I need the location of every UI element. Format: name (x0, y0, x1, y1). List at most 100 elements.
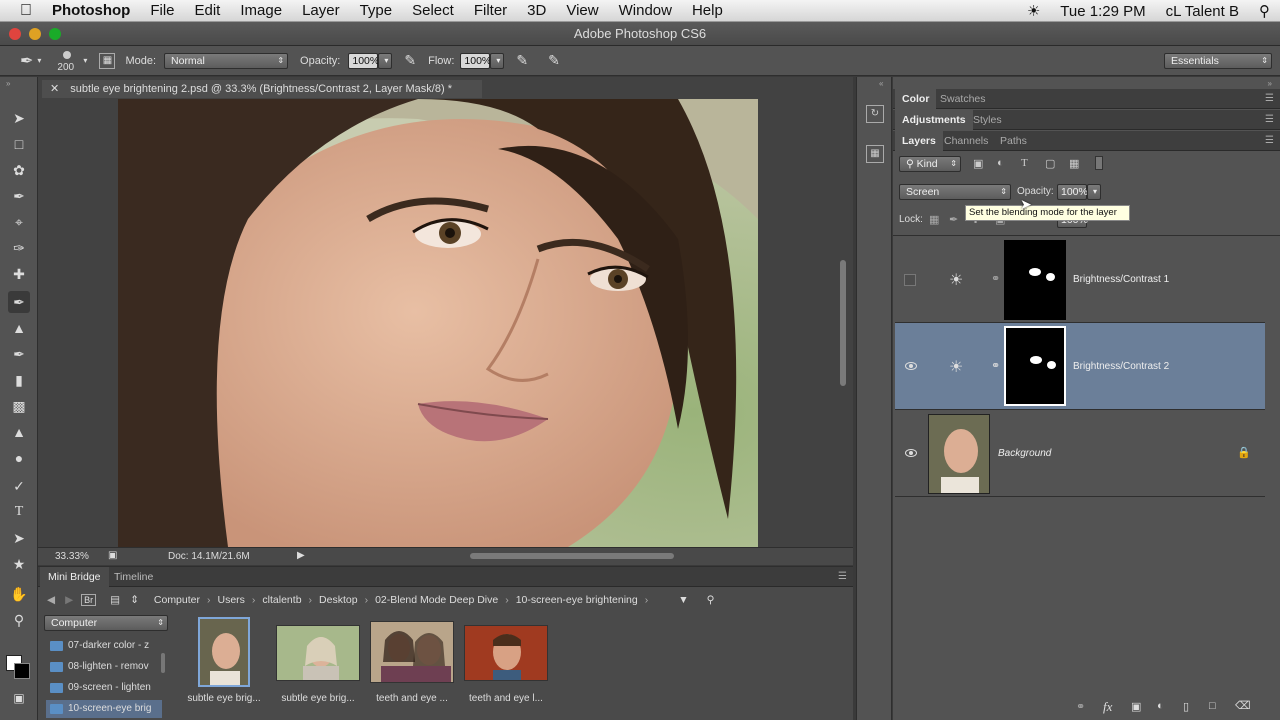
menu-user[interactable]: cL Talent B (1156, 3, 1249, 20)
document-vertical-scrollbar[interactable] (840, 260, 846, 386)
path-selection-tool-icon[interactable]: ➤ (8, 527, 30, 549)
breadcrumb-item[interactable]: Desktop (314, 594, 363, 606)
breadcrumb-item[interactable]: 02-Blend Mode Deep Dive (370, 594, 503, 606)
bridge-launch-icon[interactable]: Br (81, 594, 97, 606)
spotlight-search-icon[interactable]: ⚲ (1249, 2, 1280, 20)
marquee-tool-icon[interactable]: □ (8, 133, 30, 155)
layer-row-selected[interactable]: ☀ ⚭ Brightness/Contrast 2 (895, 323, 1265, 410)
layer-opacity-input[interactable]: 100% (1057, 184, 1088, 200)
healing-brush-tool-icon[interactable]: ✚ (8, 263, 30, 285)
new-adjustment-icon[interactable]: ◐ (1157, 700, 1164, 712)
flow-dropdown[interactable]: ▾ (490, 52, 505, 69)
image-canvas[interactable] (118, 99, 758, 547)
eraser-tool-icon[interactable]: ▮ (8, 369, 30, 391)
view-options-icon[interactable]: ▤ (110, 594, 120, 606)
folder-list-scrollbar[interactable] (161, 653, 165, 673)
properties-panel-icon[interactable]: ▦ (866, 145, 884, 163)
breadcrumb-item[interactable]: Users (213, 594, 250, 606)
menu-clock[interactable]: Tue 1:29 PM (1050, 3, 1155, 20)
status-play-icon[interactable]: ▶ (297, 550, 305, 561)
layer-name[interactable]: Background (998, 448, 1051, 459)
filter-smart-object-icon[interactable]: ▦ (1069, 157, 1079, 170)
document-tab[interactable]: ✕ subtle eye brightening 2.psd @ 33.3% (… (42, 80, 482, 98)
tab-swatches[interactable]: Swatches (933, 89, 993, 109)
zoom-tool-icon[interactable]: ⚲ (8, 609, 30, 631)
menu-image[interactable]: Image (230, 2, 292, 19)
type-tool-icon[interactable]: T (8, 501, 30, 523)
filter-toggle-switch[interactable] (1095, 156, 1103, 170)
menu-view[interactable]: View (556, 2, 608, 19)
visibility-toggle-empty[interactable] (904, 274, 916, 286)
new-group-icon[interactable]: ▯ (1183, 700, 1189, 713)
folder-item[interactable]: 07-darker color - z (46, 637, 162, 655)
tab-adjustments[interactable]: Adjustments (895, 110, 973, 130)
brush-size-dropdown[interactable]: ▾ (83, 56, 87, 65)
brush-size-picker[interactable]: 200 (55, 48, 79, 74)
pressure-opacity-icon[interactable]: ✎ (404, 52, 416, 69)
tab-paths[interactable]: Paths (993, 131, 1034, 151)
tab-timeline[interactable]: Timeline (106, 567, 161, 587)
status-menu-icon[interactable]: ▣ (108, 550, 117, 561)
flow-input[interactable]: 100% (460, 52, 491, 69)
back-arrow-icon[interactable]: ◀ (47, 594, 55, 606)
thumbnail-image[interactable] (198, 617, 250, 687)
link-layers-icon[interactable]: ⚭ (1076, 700, 1085, 713)
layer-mask-thumbnail[interactable] (1004, 240, 1066, 320)
mode-select[interactable]: Normal ⇕ (164, 52, 289, 69)
thumbnail-image[interactable] (276, 625, 360, 681)
tab-mini-bridge[interactable]: Mini Bridge (40, 567, 109, 587)
layer-row[interactable]: Background 🔒 (895, 410, 1265, 497)
zoom-level[interactable]: 33.33% (55, 551, 89, 562)
zoom-window-button[interactable] (49, 28, 61, 40)
menu-filter[interactable]: Filter (464, 2, 517, 19)
hand-tool-icon[interactable]: ✋ (8, 583, 30, 605)
brush-panel-toggle-icon[interactable]: ▦ (99, 52, 116, 69)
blend-mode-select[interactable]: Screen ⇕ (899, 184, 1011, 200)
sort-icon[interactable]: ⇕ (130, 594, 139, 606)
new-layer-icon[interactable]: □ (1209, 700, 1216, 712)
collapse-toolbar-icon[interactable]: » (6, 79, 10, 88)
collapse-right-icon[interactable]: » (1268, 79, 1272, 88)
menu-app-name[interactable]: Photoshop (42, 2, 140, 19)
menu-select[interactable]: Select (402, 2, 464, 19)
history-brush-tool-icon[interactable]: ✒ (8, 343, 30, 365)
filter-type-icon[interactable]: T (1021, 157, 1028, 169)
folder-item[interactable]: 08-lighten - remov (46, 658, 162, 676)
tab-styles[interactable]: Styles (966, 110, 1009, 130)
filter-pixel-icon[interactable]: ▣ (973, 157, 983, 170)
opacity-input[interactable]: 100% (348, 52, 379, 69)
tab-layers[interactable]: Layers (895, 131, 943, 151)
quick-mask-icon[interactable]: ▣ (8, 687, 30, 709)
menu-window[interactable]: Window (609, 2, 682, 19)
filter-adjustment-icon[interactable]: ◐ (997, 157, 1004, 169)
breadcrumb-item[interactable]: 10-screen-eye brightening (511, 594, 643, 606)
layer-thumbnail[interactable] (928, 414, 990, 494)
thumbnail-image[interactable] (370, 621, 454, 683)
history-panel-icon[interactable]: ↻ (866, 105, 884, 123)
location-select[interactable]: Computer ⇕ (44, 615, 168, 631)
layer-filter-select[interactable]: ⚲ Kind ⇕ (899, 156, 961, 172)
layer-opacity-dropdown[interactable]: ▾ (1087, 184, 1101, 200)
panel-menu-icon[interactable]: ☰ (1265, 114, 1274, 125)
dodge-tool-icon[interactable]: ● (8, 447, 30, 469)
apple-icon[interactable]:  (0, 2, 42, 20)
eyedropper-tool-icon[interactable]: ✑ (8, 237, 30, 259)
background-color-swatch[interactable] (14, 663, 30, 679)
close-document-icon[interactable]: ✕ (50, 83, 59, 95)
brush-tool-icon[interactable]: ✒ (8, 291, 30, 313)
link-icon[interactable]: ⚭ (991, 359, 1000, 372)
brightness-icon[interactable]: ☀ (1017, 2, 1050, 20)
tab-channels[interactable]: Channels (937, 131, 995, 151)
add-mask-icon[interactable]: ▣ (1131, 700, 1141, 713)
delete-layer-icon[interactable]: ⌫ (1235, 699, 1251, 712)
folder-item-selected[interactable]: 10-screen-eye brig (46, 700, 162, 718)
search-icon[interactable]: ⚲ (707, 594, 715, 606)
layer-style-icon[interactable]: fx (1103, 699, 1112, 715)
shape-tool-icon[interactable]: ★ (8, 553, 30, 575)
thumbnail-image[interactable] (464, 625, 548, 681)
layer-name[interactable]: Brightness/Contrast 1 (1073, 274, 1169, 285)
clone-stamp-tool-icon[interactable]: ▲ (8, 317, 30, 339)
pressure-size-icon[interactable]: ✎ (548, 52, 560, 69)
blur-tool-icon[interactable]: ▲ (8, 421, 30, 443)
horizontal-scrollbar[interactable] (470, 553, 674, 559)
